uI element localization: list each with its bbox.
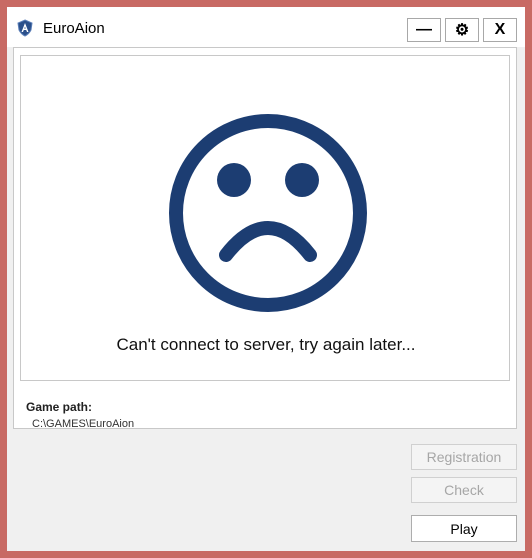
status-message: Can't connect to server, try again later… bbox=[116, 335, 416, 354]
check-button[interactable]: Check bbox=[411, 477, 517, 503]
minimize-icon: — bbox=[416, 21, 432, 38]
close-icon: X bbox=[494, 21, 506, 38]
close-button[interactable]: X bbox=[483, 18, 517, 42]
registration-button[interactable]: Registration bbox=[411, 444, 517, 470]
game-path-label: Game path: bbox=[26, 400, 93, 414]
gear-icon: ⚙ bbox=[454, 22, 470, 39]
content-panel: Can't connect to server, try again later… bbox=[13, 47, 517, 430]
shield-logo-icon bbox=[16, 19, 34, 37]
window-title: EuroAion bbox=[43, 20, 105, 37]
settings-button[interactable]: ⚙ bbox=[445, 18, 479, 42]
play-button[interactable]: Play bbox=[411, 515, 517, 542]
title-bar[interactable]: EuroAion — ⚙ X bbox=[7, 7, 525, 47]
minimize-button[interactable]: — bbox=[407, 18, 441, 42]
sad-face-icon bbox=[169, 114, 367, 312]
game-path-value: C:\GAMES\EuroAion bbox=[32, 418, 135, 430]
launcher-window: EuroAion — ⚙ X Can't connect to server, … bbox=[7, 7, 525, 551]
status-area: Can't connect to server, try again later… bbox=[20, 55, 510, 381]
